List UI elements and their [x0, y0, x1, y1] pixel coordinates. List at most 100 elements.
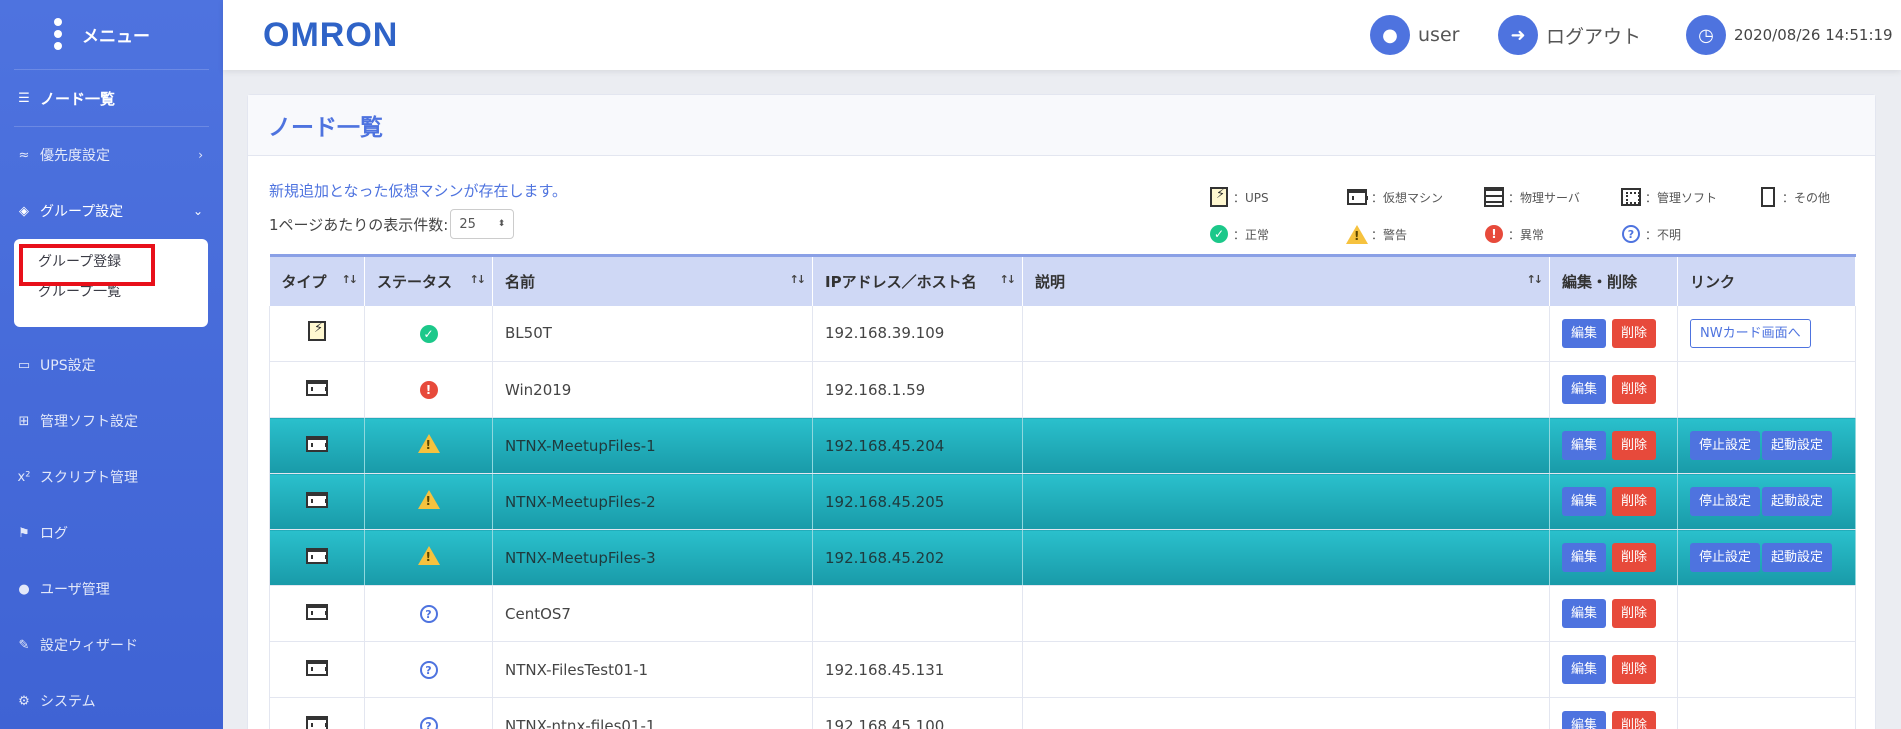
start-settings-button[interactable]: 起動設定	[1762, 487, 1833, 516]
legend-label: ：UPS	[1233, 190, 1269, 205]
actions-cell: 編集 削除	[1549, 473, 1678, 530]
edit-button[interactable]: 編集	[1562, 711, 1607, 729]
battery-icon: ▭	[17, 357, 31, 373]
legend-label: ：不明	[1645, 227, 1682, 242]
sidebar-item-log[interactable]: ⚑ ログ	[0, 505, 223, 561]
status-cell: ?	[364, 697, 493, 729]
desc-cell	[1022, 417, 1550, 474]
ups-icon	[308, 321, 326, 342]
edit-button[interactable]: 編集	[1562, 431, 1607, 460]
type-cell	[269, 305, 365, 362]
actions-cell: 編集 削除	[1549, 529, 1678, 586]
table-row[interactable]: ? CentOS7 編集 削除	[269, 585, 1856, 642]
sidebar-item-user[interactable]: ● ユーザ管理	[0, 561, 223, 617]
sidebar-item-group[interactable]: ◈ グループ設定 ⌄	[0, 183, 223, 239]
link-cell	[1677, 641, 1856, 698]
sort-icon: ↑↓	[469, 273, 487, 286]
user-icon: ●	[1370, 15, 1410, 55]
stop-settings-button[interactable]: 停止設定	[1690, 543, 1761, 572]
nw-card-link-button[interactable]: NWカード画面へ	[1690, 318, 1811, 348]
status-unknown-icon: ?	[419, 661, 438, 680]
legend-label: ：物理サーバ	[1508, 190, 1580, 205]
edit-button[interactable]: 編集	[1562, 375, 1607, 404]
link-cell: NWカード画面へ	[1677, 305, 1856, 362]
sort-icon: ↑↓	[999, 273, 1017, 286]
status-cell: ?	[364, 585, 493, 642]
status-unknown-icon: ?	[1621, 224, 1641, 244]
chevron-right-icon: ›	[198, 148, 203, 162]
sidebar: メニュー ☰ ノード一覧 ≈ 優先度設定 › ◈ グループ設定 ⌄ グループ登録…	[0, 0, 223, 729]
start-settings-button[interactable]: 起動設定	[1762, 431, 1833, 460]
col-status[interactable]: ステータス ↑↓	[364, 254, 493, 306]
sidebar-item-node-list[interactable]: ☰ ノード一覧	[0, 70, 223, 126]
menu-toggle[interactable]: メニュー	[14, 0, 209, 70]
table-row[interactable]: ? NTNX-FilesTest01-1 192.168.45.131 編集 削除	[269, 641, 1856, 698]
mgmt-soft-icon	[1621, 187, 1641, 207]
delete-button[interactable]: 削除	[1612, 318, 1657, 348]
status-cell	[364, 417, 493, 474]
logout-button[interactable]: ➜ ログアウト	[1498, 15, 1641, 55]
edit-button[interactable]: 編集	[1562, 487, 1607, 516]
other-device-icon	[1758, 187, 1778, 207]
column-label: 名前	[505, 272, 536, 291]
sidebar-item-ups[interactable]: ▭ UPS設定	[0, 337, 223, 393]
type-cell	[269, 585, 365, 642]
table-row-highlighted[interactable]: NTNX-MeetupFiles-1 192.168.45.204 編集削除 停…	[269, 417, 1856, 474]
table-row[interactable]: ! Win2019 192.168.1.59 編集 削除	[269, 361, 1856, 418]
vm-icon	[306, 603, 328, 620]
sidebar-item-label: システム	[40, 694, 96, 710]
sidebar-item-label: 設定ウィザード	[40, 638, 138, 654]
priority-icon: ≈	[18, 147, 30, 163]
table-row-highlighted[interactable]: NTNX-MeetupFiles-3 192.168.45.202 編集削除 停…	[269, 529, 1856, 586]
sidebar-item-script[interactable]: x² スクリプト管理	[0, 449, 223, 505]
table-row[interactable]: ✓ BL50T 192.168.39.109 編集削除 NWカード画面へ	[269, 305, 1856, 362]
start-settings-button[interactable]: 起動設定	[1762, 543, 1833, 572]
layers-icon: ◈	[19, 203, 29, 219]
kebab-menu-icon	[54, 18, 64, 54]
col-type[interactable]: タイプ ↑↓	[269, 254, 365, 306]
sidebar-item-mgmt-soft[interactable]: ⊞ 管理ソフト設定	[0, 393, 223, 449]
link-cell: 停止設定 起動設定	[1677, 473, 1856, 530]
legend-label: ：警告	[1371, 227, 1408, 242]
table-row-highlighted[interactable]: NTNX-MeetupFiles-2 192.168.45.205 編集削除 停…	[269, 473, 1856, 530]
edit-button[interactable]: 編集	[1562, 543, 1607, 572]
delete-button[interactable]: 削除	[1612, 431, 1657, 460]
sidebar-item-label: 優先度設定	[40, 148, 110, 164]
stop-settings-button[interactable]: 停止設定	[1690, 487, 1761, 516]
delete-button[interactable]: 削除	[1612, 711, 1657, 729]
name-cell: NTNX-MeetupFiles-2	[492, 473, 813, 530]
omron-logo: OMRON	[263, 16, 399, 54]
flag-icon: ⚑	[18, 525, 30, 541]
sidebar-item-wizard[interactable]: ✎ 設定ウィザード	[0, 617, 223, 673]
delete-button[interactable]: 削除	[1612, 487, 1657, 516]
edit-button[interactable]: 編集	[1562, 655, 1607, 684]
legend-err: ! ：異常	[1484, 224, 1544, 244]
sort-icon: ↑↓	[341, 273, 359, 286]
ip-cell: 192.168.45.100	[812, 697, 1023, 729]
sidebar-item-system[interactable]: ⚙ システム	[0, 673, 223, 729]
edit-button[interactable]: 編集	[1562, 599, 1607, 628]
legend-other: ：その他	[1758, 187, 1830, 207]
stop-settings-button[interactable]: 停止設定	[1690, 431, 1761, 460]
sidebar-item-priority[interactable]: ≈ 優先度設定 ›	[0, 127, 223, 183]
node-list-card: ノード一覧 新規追加となった仮想マシンが存在します。 1ページあたりの表示件数:…	[247, 94, 1876, 729]
actions-cell: 編集 削除	[1549, 361, 1678, 418]
col-ip[interactable]: IPアドレス／ホスト名 ↑↓	[812, 254, 1023, 306]
desc-cell	[1022, 641, 1550, 698]
actions-cell: 編集 削除	[1549, 305, 1678, 362]
delete-button[interactable]: 削除	[1612, 543, 1657, 572]
edit-button[interactable]: 編集	[1562, 318, 1607, 348]
delete-button[interactable]: 削除	[1612, 599, 1657, 628]
status-cell: ✓	[364, 305, 493, 362]
perpage-select[interactable]: 25 ⬍	[450, 209, 515, 239]
user-menu[interactable]: ● user	[1370, 15, 1459, 55]
ups-icon	[1209, 187, 1229, 207]
caret-icon: ⬍	[497, 219, 506, 229]
col-desc[interactable]: 説明 ↑↓	[1022, 254, 1550, 306]
table-row[interactable]: ? NTNX-ntnx-files01-1 192.168.45.100 編集削…	[269, 697, 1856, 729]
col-name[interactable]: 名前 ↑↓	[492, 254, 813, 306]
clock-icon: ◷	[1686, 15, 1726, 55]
logout-label: ログアウト	[1546, 25, 1642, 48]
delete-button[interactable]: 削除	[1612, 375, 1657, 404]
delete-button[interactable]: 削除	[1612, 655, 1657, 684]
